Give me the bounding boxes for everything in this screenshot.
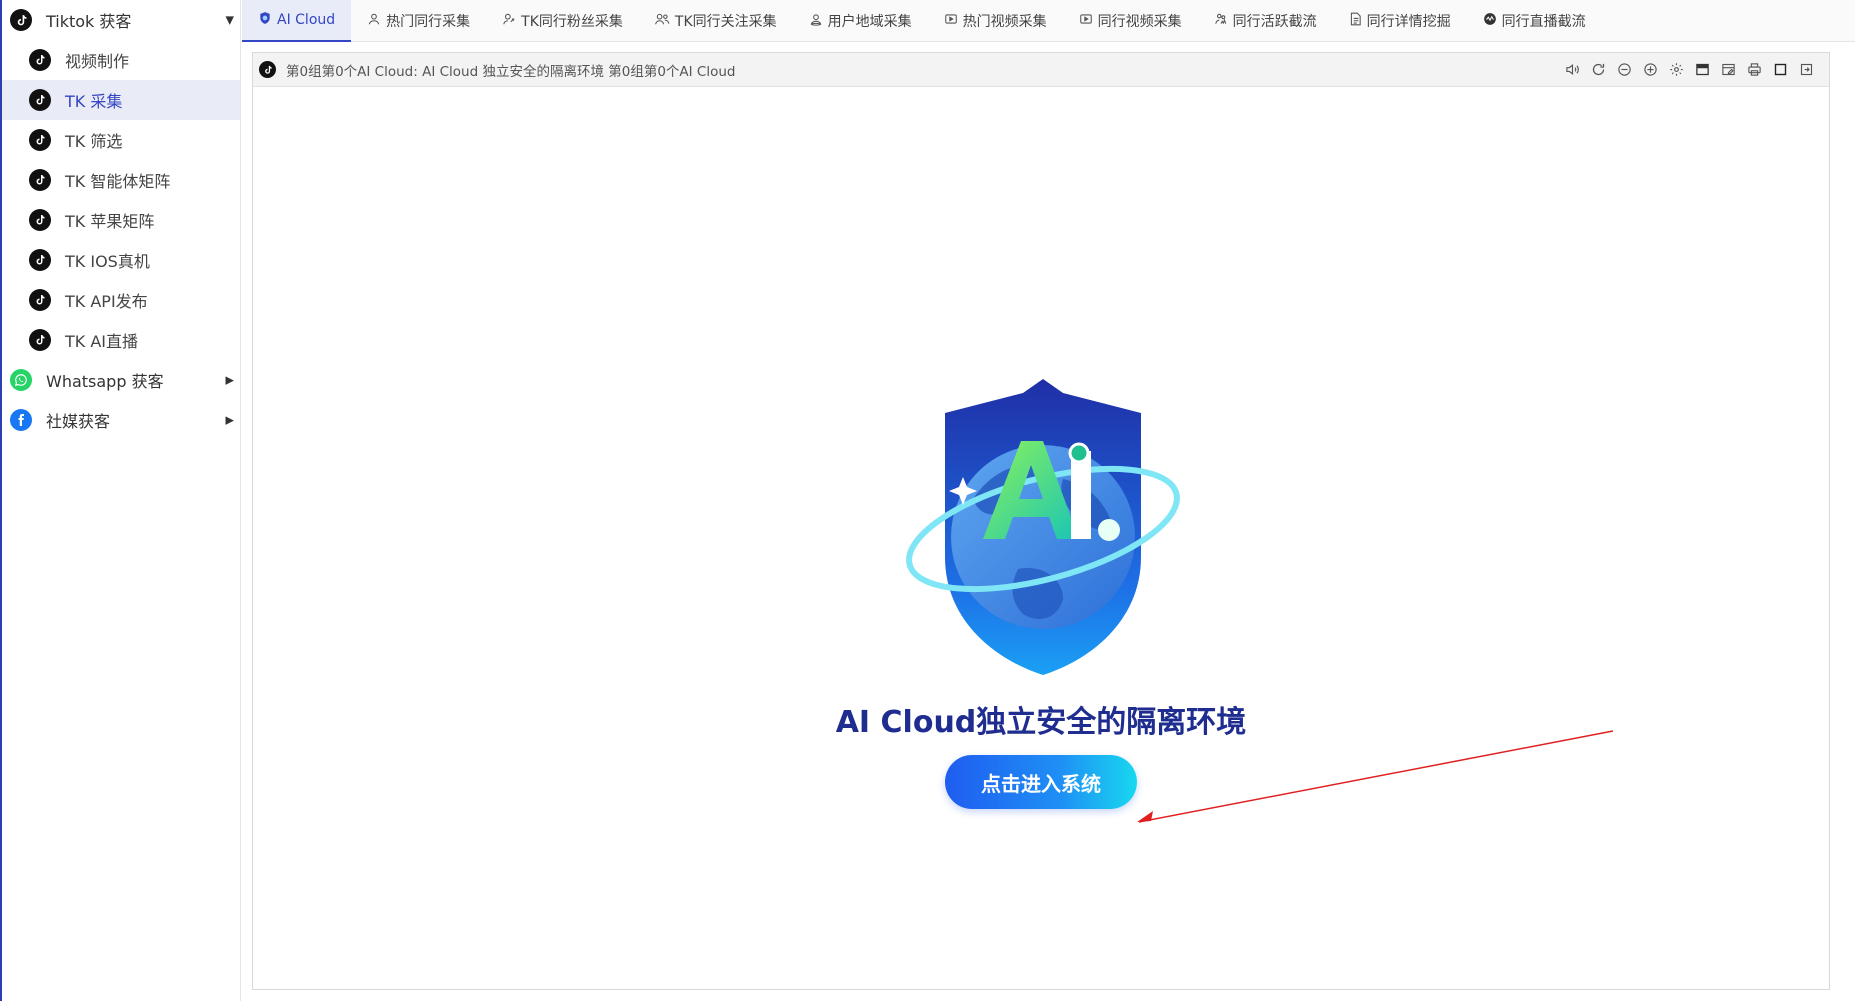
sidebar-item-tk-api-publish[interactable]: TK API发布 xyxy=(2,280,240,320)
print-icon[interactable] xyxy=(1741,58,1767,82)
menu-group-label: 社媒获客 xyxy=(46,412,111,431)
tab-bar: AI Cloud 热门同行采集 TK同行粉丝采集 TK同行关注采集 用户地域采集 xyxy=(242,0,1855,42)
tiktok-icon xyxy=(29,129,51,151)
sidebar-item-label: TK 采集 xyxy=(65,92,123,111)
tab-ai-cloud[interactable]: AI Cloud xyxy=(242,0,352,42)
menu-group-label: Whatsapp 获客 xyxy=(46,372,164,391)
tab-label: 热门同行采集 xyxy=(386,14,471,30)
tiktok-icon xyxy=(29,249,51,271)
sidebar: Tiktok 获客 ▼ 视频制作 TK 采集 TK 筛选 TK 智能体矩阵 TK… xyxy=(0,0,241,1001)
sidebar-item-tk-ios-device[interactable]: TK IOS真机 xyxy=(2,240,240,280)
annotation-arrow xyxy=(1137,730,1614,823)
browser-frame: 第0组第0个AI Cloud: AI Cloud 独立安全的隔离环境 第0组第0… xyxy=(252,52,1830,990)
tab-hot-peer-collect[interactable]: 热门同行采集 xyxy=(351,0,486,42)
live-icon xyxy=(1483,12,1497,30)
menu-group-social[interactable]: 社媒获客 ▶ xyxy=(2,400,240,440)
tab-peer-detail-mining[interactable]: 同行详情挖掘 xyxy=(1333,0,1467,42)
menu-group-tiktok[interactable]: Tiktok 获客 ▼ xyxy=(2,0,240,40)
caret-right-icon: ▶ xyxy=(225,413,234,427)
sidebar-item-label: TK API发布 xyxy=(65,292,148,311)
zoom-out-icon[interactable] xyxy=(1611,58,1637,82)
enter-system-button[interactable]: 点击进入系统 xyxy=(945,755,1137,809)
frame-title: 第0组第0个AI Cloud: AI Cloud 独立安全的隔离环境 第0组第0… xyxy=(286,63,736,80)
tab-label: 用户地域采集 xyxy=(827,14,912,30)
sidebar-item-tk-agent-matrix[interactable]: TK 智能体矩阵 xyxy=(2,160,240,200)
edit-window-icon[interactable] xyxy=(1715,58,1741,82)
tab-label: 同行详情挖掘 xyxy=(1366,14,1451,30)
location-user-icon xyxy=(809,12,823,30)
user-link-icon xyxy=(502,12,516,30)
tiktok-icon xyxy=(29,289,51,311)
sidebar-item-label: TK 苹果矩阵 xyxy=(65,212,155,231)
caret-down-icon: ▼ xyxy=(225,13,234,27)
tab-label: AI Cloud xyxy=(277,12,336,28)
facebook-icon xyxy=(10,409,32,431)
tab-label: 同行直播截流 xyxy=(1501,14,1586,30)
tab-label: 同行视频采集 xyxy=(1097,14,1182,30)
tab-label: TK同行粉丝采集 xyxy=(521,14,623,30)
tab-label: TK同行关注采集 xyxy=(674,14,777,30)
users-icon xyxy=(654,12,670,30)
video-icon xyxy=(944,12,958,30)
sidebar-item-tk-collect[interactable]: TK 采集 xyxy=(2,80,240,120)
tab-user-region[interactable]: 用户地域采集 xyxy=(793,0,928,42)
menu-group-label: Tiktok 获客 xyxy=(46,12,132,31)
users-activity-icon xyxy=(1214,12,1228,30)
sidebar-item-video-production[interactable]: 视频制作 xyxy=(2,40,240,80)
ai-cloud-landing: AI Cloud独立安全的隔离环境 点击进入系统 xyxy=(253,87,1829,989)
exit-icon[interactable] xyxy=(1793,58,1819,82)
sidebar-item-tk-apple-matrix[interactable]: TK 苹果矩阵 xyxy=(2,200,240,240)
sidebar-item-label: TK 筛选 xyxy=(65,132,123,151)
tiktok-icon xyxy=(29,49,51,71)
video-icon xyxy=(1079,12,1093,30)
settings-icon[interactable] xyxy=(1663,58,1689,82)
caret-right-icon: ▶ xyxy=(225,373,234,387)
sidebar-item-label: TK 智能体矩阵 xyxy=(65,172,171,191)
tiktok-icon xyxy=(10,9,32,31)
tiktok-icon xyxy=(29,209,51,231)
menu-group-whatsapp[interactable]: Whatsapp 获客 ▶ xyxy=(2,360,240,400)
tab-peer-active-intercept[interactable]: 同行活跃截流 xyxy=(1198,0,1333,42)
frame-title-bar: 第0组第0个AI Cloud: AI Cloud 独立安全的隔离环境 第0组第0… xyxy=(253,53,1829,87)
tab-peer-live-intercept[interactable]: 同行直播截流 xyxy=(1467,0,1602,42)
refresh-icon[interactable] xyxy=(1585,58,1611,82)
document-icon xyxy=(1349,12,1362,30)
tiktok-icon xyxy=(29,329,51,351)
tiktok-icon xyxy=(29,169,51,191)
frame-toolbar xyxy=(1559,58,1829,82)
window-icon[interactable] xyxy=(1689,58,1715,82)
sidebar-item-label: TK AI直播 xyxy=(65,332,139,351)
sidebar-item-label: TK IOS真机 xyxy=(65,252,150,271)
volume-icon[interactable] xyxy=(1559,58,1585,82)
maximize-icon[interactable] xyxy=(1767,58,1793,82)
tiktok-icon xyxy=(29,89,51,111)
tab-tk-peer-fans[interactable]: TK同行粉丝采集 xyxy=(486,0,639,42)
ai-cloud-shield-logo xyxy=(906,379,1180,675)
zoom-in-icon[interactable] xyxy=(1637,58,1663,82)
tab-peer-video-collect[interactable]: 同行视频采集 xyxy=(1063,0,1198,42)
globe-shield-icon xyxy=(258,11,272,29)
user-icon xyxy=(367,12,381,30)
sidebar-item-label: 视频制作 xyxy=(65,52,130,71)
sidebar-item-tk-filter[interactable]: TK 筛选 xyxy=(2,120,240,160)
tab-label: 同行活跃截流 xyxy=(1232,14,1317,30)
sidebar-item-tk-ai-live[interactable]: TK AI直播 xyxy=(2,320,240,360)
tab-hot-video-collect[interactable]: 热门视频采集 xyxy=(928,0,1063,42)
whatsapp-icon xyxy=(10,369,32,391)
tiktok-icon xyxy=(259,61,276,78)
tab-label: 热门视频采集 xyxy=(962,14,1047,30)
tab-tk-peer-follow[interactable]: TK同行关注采集 xyxy=(639,0,793,42)
hero-title: AI Cloud独立安全的隔离环境 xyxy=(835,705,1247,740)
